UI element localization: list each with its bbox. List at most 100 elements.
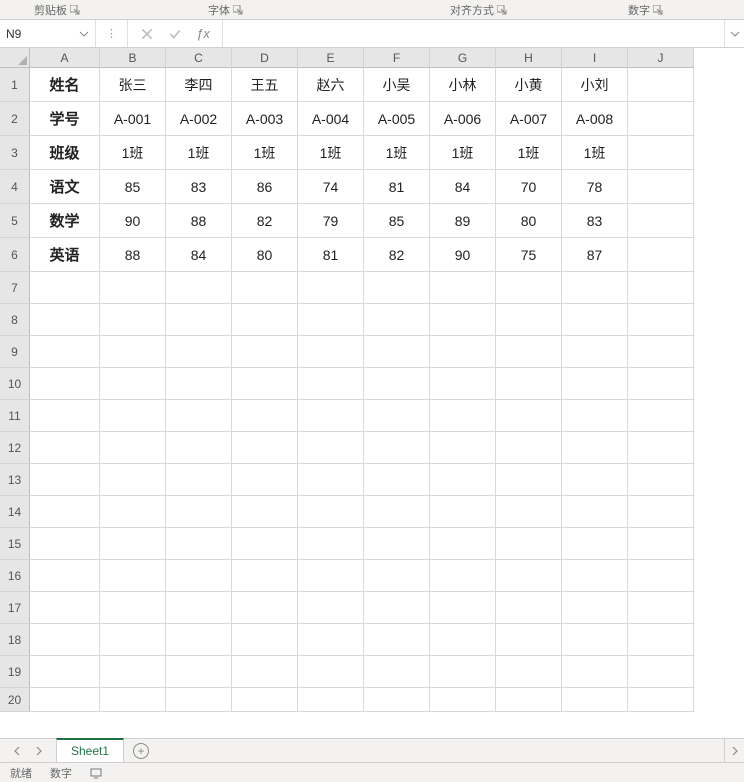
- cell-A19[interactable]: [30, 656, 100, 688]
- cell-B10[interactable]: [100, 368, 166, 400]
- cell-D6[interactable]: 80: [232, 238, 298, 272]
- name-box[interactable]: N9: [0, 20, 96, 47]
- cell-I6[interactable]: 87: [562, 238, 628, 272]
- cell-D13[interactable]: [232, 464, 298, 496]
- row-header-7[interactable]: 7: [0, 272, 30, 304]
- cell-F7[interactable]: [364, 272, 430, 304]
- cell-A8[interactable]: [30, 304, 100, 336]
- cell-F20[interactable]: [364, 688, 430, 712]
- cell-E11[interactable]: [298, 400, 364, 432]
- cell-F16[interactable]: [364, 560, 430, 592]
- row-header-11[interactable]: 11: [0, 400, 30, 432]
- cell-E19[interactable]: [298, 656, 364, 688]
- cell-A12[interactable]: [30, 432, 100, 464]
- cell-C14[interactable]: [166, 496, 232, 528]
- cell-B4[interactable]: 85: [100, 170, 166, 204]
- tab-bar-scroll-right-icon[interactable]: [724, 739, 744, 762]
- new-sheet-button[interactable]: +: [124, 739, 158, 762]
- column-header-E[interactable]: E: [298, 48, 364, 68]
- cell-B15[interactable]: [100, 528, 166, 560]
- cell-F14[interactable]: [364, 496, 430, 528]
- cell-F5[interactable]: 85: [364, 204, 430, 238]
- cell-A14[interactable]: [30, 496, 100, 528]
- cell-D19[interactable]: [232, 656, 298, 688]
- row-header-10[interactable]: 10: [0, 368, 30, 400]
- cell-J20[interactable]: [628, 688, 694, 712]
- cell-I16[interactable]: [562, 560, 628, 592]
- cell-G5[interactable]: 89: [430, 204, 496, 238]
- cell-D7[interactable]: [232, 272, 298, 304]
- cell-A5[interactable]: 数学: [30, 204, 100, 238]
- cell-E17[interactable]: [298, 592, 364, 624]
- cell-C10[interactable]: [166, 368, 232, 400]
- cell-J16[interactable]: [628, 560, 694, 592]
- display-settings-icon[interactable]: [90, 767, 102, 779]
- column-header-H[interactable]: H: [496, 48, 562, 68]
- select-all-corner[interactable]: [0, 48, 30, 68]
- cell-F12[interactable]: [364, 432, 430, 464]
- cell-E2[interactable]: A-004: [298, 102, 364, 136]
- cell-E13[interactable]: [298, 464, 364, 496]
- cell-A3[interactable]: 班级: [30, 136, 100, 170]
- dialog-launcher-icon[interactable]: [233, 5, 243, 15]
- row-header-18[interactable]: 18: [0, 624, 30, 656]
- cell-E10[interactable]: [298, 368, 364, 400]
- row-header-14[interactable]: 14: [0, 496, 30, 528]
- cell-G20[interactable]: [430, 688, 496, 712]
- cell-H7[interactable]: [496, 272, 562, 304]
- cell-B3[interactable]: 1班: [100, 136, 166, 170]
- cell-area[interactable]: 姓名张三李四王五赵六小吴小林小黄小刘学号A-001A-002A-003A-004…: [30, 68, 694, 712]
- cell-A15[interactable]: [30, 528, 100, 560]
- cell-C18[interactable]: [166, 624, 232, 656]
- cell-C4[interactable]: 83: [166, 170, 232, 204]
- cell-E18[interactable]: [298, 624, 364, 656]
- cell-A13[interactable]: [30, 464, 100, 496]
- cell-J6[interactable]: [628, 238, 694, 272]
- cell-C2[interactable]: A-002: [166, 102, 232, 136]
- cell-J7[interactable]: [628, 272, 694, 304]
- cell-C11[interactable]: [166, 400, 232, 432]
- cell-F18[interactable]: [364, 624, 430, 656]
- column-header-I[interactable]: I: [562, 48, 628, 68]
- cell-G3[interactable]: 1班: [430, 136, 496, 170]
- cell-I19[interactable]: [562, 656, 628, 688]
- cell-I3[interactable]: 1班: [562, 136, 628, 170]
- row-header-16[interactable]: 16: [0, 560, 30, 592]
- cell-D5[interactable]: 82: [232, 204, 298, 238]
- cell-J11[interactable]: [628, 400, 694, 432]
- cell-I8[interactable]: [562, 304, 628, 336]
- tab-scroll-right-icon[interactable]: [34, 746, 44, 756]
- sheet-tab-active[interactable]: Sheet1: [56, 738, 124, 762]
- cell-J12[interactable]: [628, 432, 694, 464]
- cell-F10[interactable]: [364, 368, 430, 400]
- insert-function-icon[interactable]: ƒx: [196, 27, 210, 41]
- cell-B14[interactable]: [100, 496, 166, 528]
- cell-D12[interactable]: [232, 432, 298, 464]
- cell-G7[interactable]: [430, 272, 496, 304]
- row-header-2[interactable]: 2: [0, 102, 30, 136]
- column-header-F[interactable]: F: [364, 48, 430, 68]
- cell-F19[interactable]: [364, 656, 430, 688]
- cell-J19[interactable]: [628, 656, 694, 688]
- cell-I17[interactable]: [562, 592, 628, 624]
- cell-G17[interactable]: [430, 592, 496, 624]
- cell-C9[interactable]: [166, 336, 232, 368]
- cell-D17[interactable]: [232, 592, 298, 624]
- cell-F9[interactable]: [364, 336, 430, 368]
- cell-C15[interactable]: [166, 528, 232, 560]
- column-header-G[interactable]: G: [430, 48, 496, 68]
- row-header-15[interactable]: 15: [0, 528, 30, 560]
- cell-G6[interactable]: 90: [430, 238, 496, 272]
- cell-C12[interactable]: [166, 432, 232, 464]
- enter-icon[interactable]: [168, 27, 182, 41]
- dialog-launcher-icon[interactable]: [497, 5, 507, 15]
- cell-B8[interactable]: [100, 304, 166, 336]
- row-header-17[interactable]: 17: [0, 592, 30, 624]
- cell-G19[interactable]: [430, 656, 496, 688]
- cell-F1[interactable]: 小吴: [364, 68, 430, 102]
- cell-H5[interactable]: 80: [496, 204, 562, 238]
- cell-H18[interactable]: [496, 624, 562, 656]
- cell-D16[interactable]: [232, 560, 298, 592]
- cell-J15[interactable]: [628, 528, 694, 560]
- cell-H9[interactable]: [496, 336, 562, 368]
